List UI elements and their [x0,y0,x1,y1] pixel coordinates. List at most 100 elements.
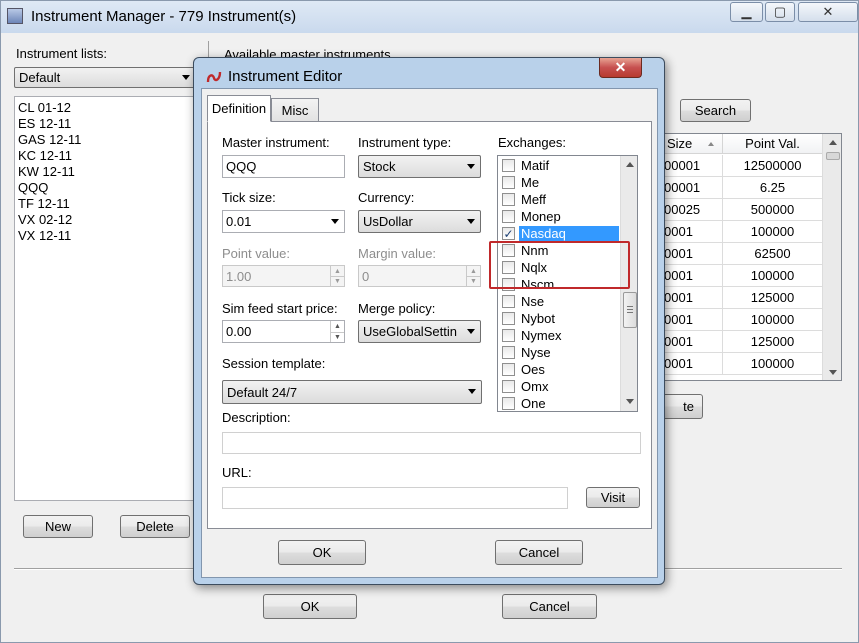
checkbox[interactable] [502,210,515,223]
main-cancel-button[interactable]: Cancel [502,594,597,619]
instrument-type-dropdown[interactable]: Stock [358,155,481,178]
exchange-item-nasdaq[interactable]: ✓ Nasdaq [498,225,620,242]
tab-misc[interactable]: Misc [271,98,319,121]
exchange-item-one[interactable]: One [498,395,620,411]
currency-label: Currency: [358,190,415,205]
chevron-down-icon [467,218,475,224]
exchanges-scroll-thumb[interactable] [623,292,637,328]
exchange-item-nybot[interactable]: Nybot [498,310,620,327]
size-cell: 0001 [664,356,693,371]
exchange-item-nse[interactable]: Nse [498,293,620,310]
description-field[interactable] [222,432,641,454]
checkbox[interactable] [502,176,515,189]
editor-cancel-button[interactable]: Cancel [495,540,583,565]
scroll-down-icon[interactable] [829,370,837,375]
size-cell: 0001 [664,290,693,305]
exchange-item-me[interactable]: Me [498,174,620,191]
grid-scrollbar[interactable] [822,134,841,380]
point-value-cell: 100000 [722,353,822,375]
point-value-cell: 125000 [722,331,822,353]
size-cell: 0001 [664,246,693,261]
scroll-up-icon[interactable] [829,140,837,145]
table-row[interactable]: 0001 125000 [662,287,822,309]
column-header-point-value[interactable]: Point Val. [722,134,822,154]
close-button[interactable]: ✕ [798,2,858,22]
tick-size-dropdown[interactable]: 0.01 [222,210,345,233]
checkbox[interactable] [502,295,515,308]
checkbox[interactable] [502,159,515,172]
new-list-button[interactable]: New [23,515,93,538]
exchange-item-meff[interactable]: Meff [498,191,620,208]
url-field[interactable] [222,487,568,509]
list-item[interactable]: ES 12-11 [15,116,195,132]
editor-ok-button[interactable]: OK [278,540,366,565]
scroll-down-icon[interactable] [626,399,634,404]
tab-definition[interactable]: Definition [207,95,271,122]
master-instrument-field[interactable]: QQQ [222,155,345,178]
scroll-up-icon[interactable] [626,162,634,167]
list-item[interactable]: VX 02-12 [15,212,195,228]
exchange-item-oes[interactable]: Oes [498,361,620,378]
list-item[interactable]: VX 12-11 [15,228,195,244]
chevron-down-icon [467,328,475,334]
margin-value-label: Margin value: [358,246,437,261]
session-template-value: Default 24/7 [227,384,298,400]
table-row[interactable]: 0001 125000 [662,331,822,353]
checkbox[interactable] [502,312,515,325]
list-item[interactable]: TF 12-11 [15,196,195,212]
table-row[interactable]: 0001 100000 [662,221,822,243]
maximize-button[interactable]: ▢ [765,2,795,22]
list-item[interactable]: CL 01-12 [15,100,195,116]
checkbox[interactable] [502,380,515,393]
checkbox[interactable] [502,397,515,410]
list-item[interactable]: QQQ [15,180,195,196]
checkbox[interactable] [502,329,515,342]
table-row[interactable]: 0001 100000 [662,265,822,287]
instrument-type-label: Instrument type: [358,135,452,150]
merge-policy-dropdown[interactable]: UseGlobalSettin [358,320,481,343]
table-row[interactable]: 00001 6.25 [662,177,822,199]
delete-list-button[interactable]: Delete [120,515,190,538]
table-row[interactable]: 00025 500000 [662,199,822,221]
exchange-item-matif[interactable]: Matif [498,157,620,174]
main-window-title: Instrument Manager - 779 Instrument(s) [31,8,297,25]
currency-dropdown[interactable]: UsDollar [358,210,481,233]
highlight-box [489,241,630,289]
list-item[interactable]: KW 12-11 [15,164,195,180]
merge-policy-value: UseGlobalSettin [363,324,457,339]
visit-button[interactable]: Visit [586,487,640,508]
exchange-item-nyse[interactable]: Nyse [498,344,620,361]
checkbox[interactable] [502,346,515,359]
sim-feed-start-price-label: Sim feed start price: [222,301,338,316]
table-row[interactable]: 0001 100000 [662,353,822,375]
search-button[interactable]: Search [680,99,751,122]
exchange-item-monep[interactable]: Monep [498,208,620,225]
editor-close-button[interactable]: ✕ [599,58,642,78]
exchange-item-nymex[interactable]: Nymex [498,327,620,344]
instrument-list-box[interactable]: CL 01-12 ES 12-11 GAS 12-11 KC 12-11 KW … [14,96,196,501]
minimize-button[interactable]: ▁ [730,2,763,22]
instrument-list-dropdown[interactable]: Default [14,67,196,88]
sim-feed-start-price-stepper[interactable]: 0.00 ▲ ▼ [222,320,345,343]
table-row[interactable]: 0001 62500 [662,243,822,265]
spin-up-icon[interactable]: ▲ [330,321,344,332]
spin-down-icon[interactable]: ▼ [330,331,344,342]
checkbox[interactable] [502,363,515,376]
point-value-cell: 100000 [722,221,822,243]
main-ok-button[interactable]: OK [263,594,357,619]
master-instruments-grid[interactable]: Size Point Val. 00001 12500000 00001 6.25 00… [661,133,842,381]
checkbox[interactable]: ✓ [502,227,515,240]
sim-feed-start-price-value: 0.00 [226,324,252,339]
grid-scroll-thumb[interactable] [826,152,840,160]
exchange-item-omx[interactable]: Omx [498,378,620,395]
sort-arrow-icon [708,142,714,146]
session-template-dropdown[interactable]: Default 24/7 [222,380,482,404]
point-value-cell: 12500000 [722,155,822,177]
checkbox[interactable] [502,193,515,206]
list-item[interactable]: KC 12-11 [15,148,195,164]
exchange-label: Nyse [521,345,551,360]
table-row[interactable]: 00001 12500000 [662,155,822,177]
table-row[interactable]: 0001 100000 [662,309,822,331]
list-item[interactable]: GAS 12-11 [15,132,195,148]
editor-client-area: Definition Misc Master instrument: QQQ I… [201,88,658,578]
